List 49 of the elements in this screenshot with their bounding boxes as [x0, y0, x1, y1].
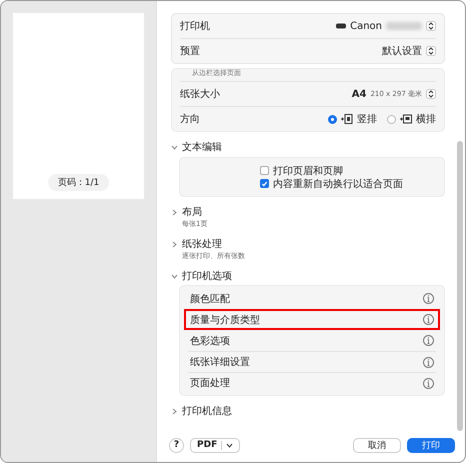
stepper-icon[interactable] [426, 89, 436, 99]
radio-label: 横排 [416, 112, 436, 126]
checkbox[interactable] [260, 179, 269, 188]
info-icon[interactable] [423, 293, 434, 304]
stepper-icon[interactable] [426, 21, 436, 31]
radio-button[interactable] [387, 114, 396, 124]
checkbox-label: 内容重新自动换行以适合页面 [273, 178, 403, 190]
stepper-icon[interactable] [426, 46, 436, 56]
radio-button[interactable] [328, 114, 337, 124]
row-label: 纸张大小 [180, 88, 220, 101]
option-row[interactable]: 颜色匹配 [188, 288, 436, 309]
landscape-icon [400, 114, 412, 124]
disclosure-icon[interactable] [171, 208, 178, 216]
help-button[interactable]: ? [169, 438, 184, 452]
page-counter: 页码：1/1 [48, 174, 110, 191]
info-icon[interactable] [423, 378, 434, 388]
radio-label: 竖排 [357, 112, 377, 126]
row-label: 方向 [180, 112, 200, 126]
scrollbar[interactable] [457, 141, 463, 431]
paper-size-value[interactable]: A4 [352, 88, 366, 100]
section-title: 打印机信息 [182, 404, 232, 418]
row-label: 打印机 [180, 20, 210, 33]
option-row[interactable]: 页面处理 [188, 372, 436, 393]
checkbox[interactable] [260, 166, 269, 175]
info-icon[interactable] [423, 335, 434, 346]
chevron-down-icon [226, 442, 234, 448]
option-row[interactable]: 纸张详细设置 [188, 351, 436, 372]
portrait-icon [341, 114, 353, 124]
info-icon[interactable] [423, 314, 434, 325]
row-label: 预置 [180, 44, 200, 58]
section-title: 打印机选项 [182, 270, 232, 283]
blurred-area [386, 22, 422, 30]
info-icon[interactable] [423, 356, 434, 368]
highlighted-option-row[interactable]: 质量与介质类型 [184, 309, 440, 330]
disclosure-icon[interactable] [171, 408, 178, 414]
section-title: 布局 [182, 206, 202, 219]
checkbox-label: 打印页眉和页脚 [273, 164, 343, 178]
section-title: 文本编辑 [182, 140, 222, 154]
popup-value[interactable]: 默认设置 [382, 44, 422, 58]
disclosure-icon[interactable] [171, 144, 178, 150]
option-row[interactable]: 色彩选项 [188, 330, 436, 351]
cancel-button[interactable]: 取消 [353, 438, 401, 452]
printer-icon [336, 23, 346, 29]
print-button[interactable]: 打印 [407, 438, 455, 452]
popup-value[interactable]: Canon [350, 20, 382, 32]
section-title: 纸张处理 [182, 238, 222, 251]
pdf-menu-button[interactable]: PDF [190, 438, 240, 452]
disclosure-icon[interactable] [171, 240, 178, 248]
disclosure-icon[interactable] [171, 272, 178, 280]
